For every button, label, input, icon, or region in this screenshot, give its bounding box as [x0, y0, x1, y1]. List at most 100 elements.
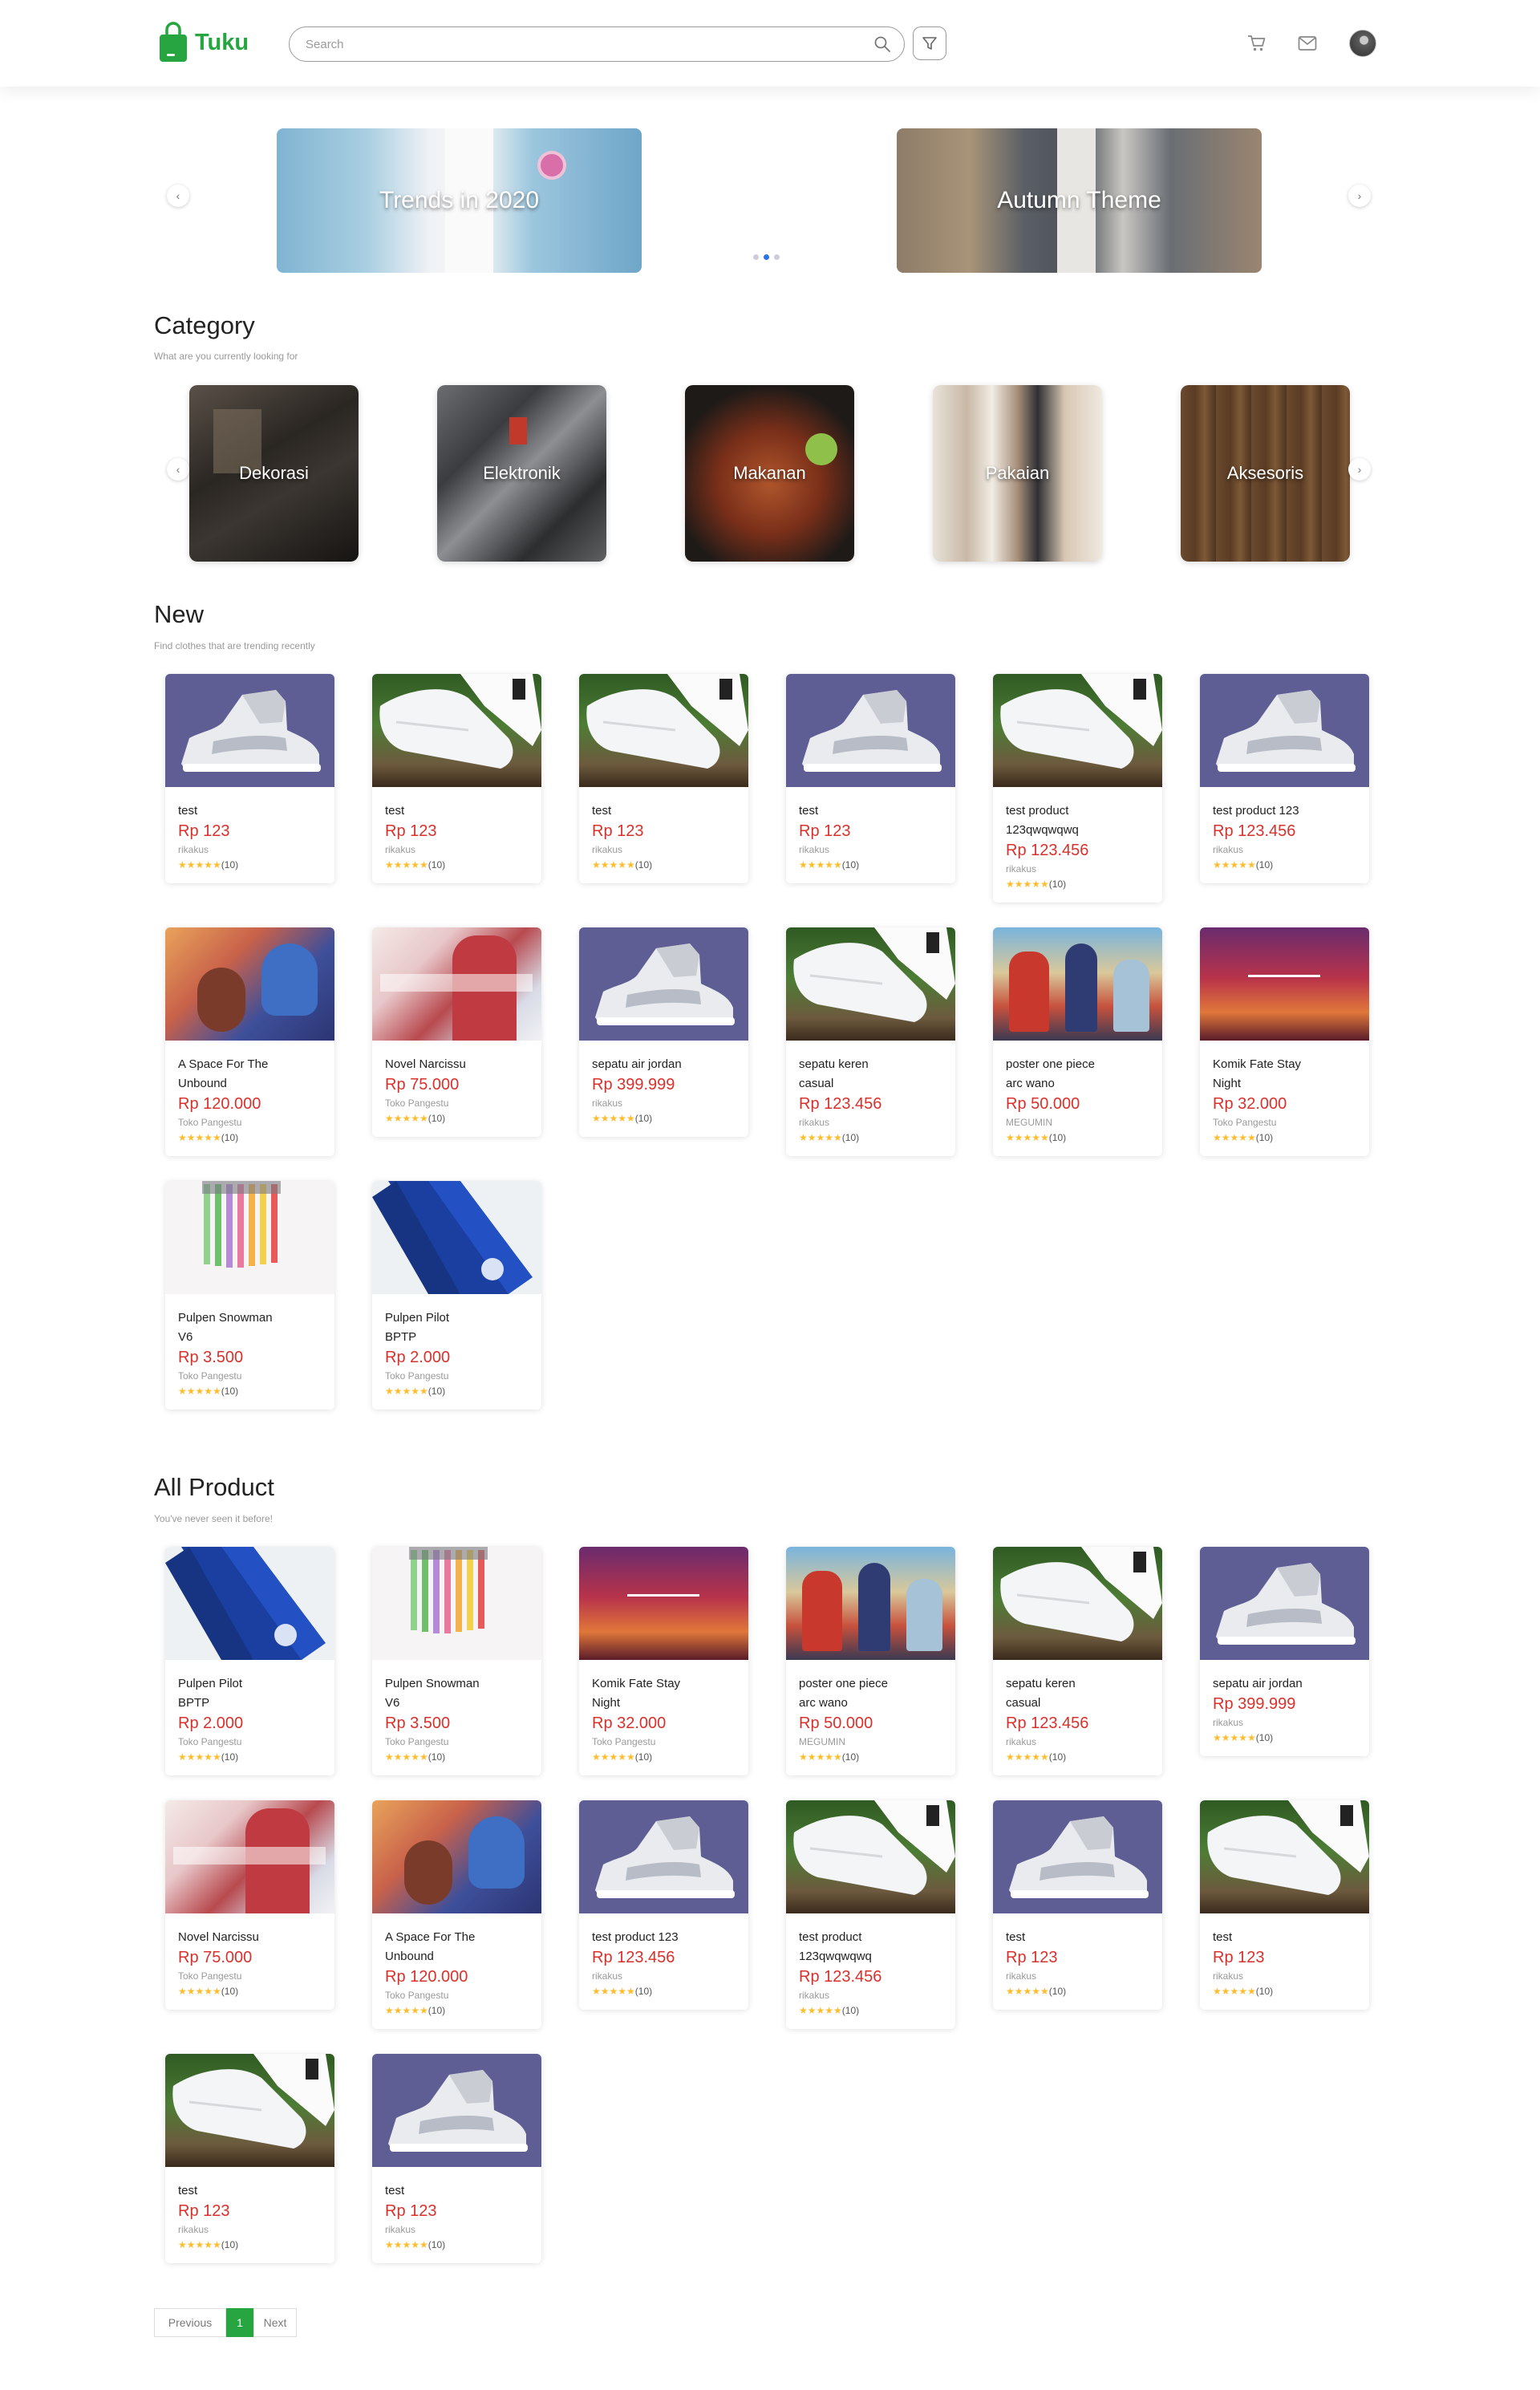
product-card[interactable]: Pulpen Snowman V6 Rp 3.500 Toko Pangestu ★★… — [165, 1181, 334, 1410]
category-pakaian[interactable]: Pakaian — [933, 385, 1102, 562]
product-card[interactable]: Komik Fate Stay Night Rp 32.000 Toko Pange… — [579, 1547, 748, 1775]
product-image[interactable] — [372, 1800, 541, 1913]
banner-prev-button[interactable]: ‹ — [167, 185, 189, 207]
product-card[interactable]: A Space For The Unbound Rp 120.000 Toko Pa… — [165, 927, 334, 1156]
product-name[interactable]: Novel Narcissu — [385, 1055, 529, 1074]
category-elektronik[interactable]: Elektronik — [437, 385, 606, 562]
carousel-dot[interactable] — [753, 254, 759, 260]
search-bar[interactable] — [289, 26, 905, 62]
banner-autumn[interactable]: Autumn Theme — [897, 128, 1262, 273]
product-name[interactable]: sepatu air jordan — [592, 1055, 688, 1074]
product-image[interactable] — [786, 1547, 955, 1660]
filter-button[interactable] — [913, 26, 946, 60]
product-image[interactable] — [993, 1800, 1162, 1913]
product-card[interactable]: A Space For The Unbound Rp 120.000 Toko Pa… — [372, 1800, 541, 2029]
product-card[interactable]: poster one piece arc wano Rp 50.000 MEGUMI… — [786, 1547, 955, 1775]
banner-trends[interactable]: Trends in 2020 — [277, 128, 642, 273]
next-button[interactable]: Next — [253, 2308, 297, 2337]
product-name[interactable]: test product 123qwqwqwq — [799, 1928, 895, 1966]
category-next-button[interactable]: › — [1348, 458, 1371, 481]
product-card[interactable]: test Rp 123 rikakus ★★★★★(10) — [165, 2054, 334, 2263]
product-name[interactable]: sepatu keren casual — [1006, 1674, 1102, 1713]
product-image[interactable] — [165, 927, 334, 1041]
product-name[interactable]: A Space For The Unbound — [385, 1928, 481, 1966]
product-image[interactable] — [372, 2054, 541, 2167]
product-card[interactable]: test product 123qwqwqwq Rp 123.456 rikakus… — [786, 1800, 955, 2029]
logo[interactable]: Tuku — [158, 22, 249, 63]
product-card[interactable]: Komik Fate Stay Night Rp 32.000 Toko Pange… — [1200, 927, 1369, 1156]
product-image[interactable] — [165, 2054, 334, 2167]
product-card[interactable]: test product 123qwqwqwq Rp 123.456 rikakus… — [993, 674, 1162, 903]
cart-button[interactable] — [1246, 32, 1268, 55]
product-card[interactable]: test Rp 123 rikakus ★★★★★(10) — [165, 674, 334, 883]
product-card[interactable]: test Rp 123 rikakus ★★★★★(10) — [993, 1800, 1162, 2010]
product-name[interactable]: sepatu air jordan — [1213, 1674, 1309, 1694]
product-image[interactable] — [993, 927, 1162, 1041]
page-1-button[interactable]: 1 — [226, 2308, 253, 2337]
product-card[interactable]: Novel Narcissu Rp 75.000 Toko Pangestu ★★★★… — [165, 1800, 334, 2010]
product-card[interactable]: sepatu keren casual Rp 123.456 rikakus ★★★★… — [786, 927, 955, 1156]
product-image[interactable] — [1200, 1547, 1369, 1660]
product-card[interactable]: test Rp 123 rikakus ★★★★★(10) — [1200, 1800, 1369, 2010]
product-image[interactable] — [372, 674, 541, 787]
product-card[interactable]: test product 123 Rp 123.456 rikakus ★★★★★(1… — [579, 1800, 748, 2010]
product-image[interactable] — [1200, 674, 1369, 787]
search-icon[interactable] — [873, 35, 891, 53]
product-card[interactable]: poster one piece arc wano Rp 50.000 MEGUMI… — [993, 927, 1162, 1156]
product-name[interactable]: test — [178, 2181, 322, 2201]
product-image[interactable] — [1200, 927, 1369, 1041]
product-card[interactable]: test Rp 123 rikakus ★★★★★(10) — [372, 2054, 541, 2263]
product-image[interactable] — [579, 674, 748, 787]
product-image[interactable] — [165, 1181, 334, 1294]
product-name[interactable]: test product 123qwqwqwq — [1006, 801, 1102, 840]
carousel-dot[interactable] — [774, 254, 780, 260]
product-image[interactable] — [372, 1547, 541, 1660]
product-image[interactable] — [993, 674, 1162, 787]
product-card[interactable]: sepatu air jordan Rp 399.999 rikakus ★★★★★(… — [1200, 1547, 1369, 1756]
product-name[interactable]: test product 123 — [1213, 801, 1309, 821]
product-name[interactable]: test product 123 — [592, 1928, 688, 1947]
product-image[interactable] — [372, 927, 541, 1041]
product-name[interactable]: Komik Fate Stay Night — [1213, 1055, 1309, 1094]
product-name[interactable]: test — [1006, 1928, 1149, 1947]
product-name[interactable]: poster one piece arc wano — [1006, 1055, 1102, 1094]
banner-next-button[interactable]: › — [1348, 185, 1371, 207]
search-input[interactable] — [306, 35, 851, 53]
avatar[interactable] — [1349, 30, 1376, 57]
product-name[interactable]: Komik Fate Stay Night — [592, 1674, 688, 1713]
product-name[interactable]: Pulpen Pilot BPTP — [178, 1674, 274, 1713]
category-makanan[interactable]: Makanan — [685, 385, 854, 562]
product-card[interactable]: Pulpen Pilot BPTP Rp 2.000 Toko Pangestu ★★… — [165, 1547, 334, 1775]
product-image[interactable] — [993, 1547, 1162, 1660]
product-card[interactable]: sepatu air jordan Rp 399.999 rikakus ★★★★★(… — [579, 927, 748, 1137]
product-card[interactable]: Novel Narcissu Rp 75.000 Toko Pangestu ★★★★… — [372, 927, 541, 1137]
category-prev-button[interactable]: ‹ — [167, 458, 189, 481]
product-name[interactable]: test — [799, 801, 942, 821]
product-image[interactable] — [372, 1181, 541, 1294]
product-name[interactable]: test — [385, 2181, 529, 2201]
product-name[interactable]: test — [178, 801, 322, 821]
previous-button[interactable]: Previous — [154, 2308, 226, 2337]
category-aksesoris[interactable]: Aksesoris — [1181, 385, 1350, 562]
product-name[interactable]: Pulpen Snowman V6 — [385, 1674, 481, 1713]
product-card[interactable]: Pulpen Snowman V6 Rp 3.500 Toko Pangestu ★★… — [372, 1547, 541, 1775]
product-image[interactable] — [786, 1800, 955, 1913]
product-name[interactable]: test — [385, 801, 529, 821]
product-card[interactable]: test product 123 Rp 123.456 rikakus ★★★★★(1… — [1200, 674, 1369, 883]
product-name[interactable]: poster one piece arc wano — [799, 1674, 895, 1713]
category-dekorasi[interactable]: Dekorasi — [189, 385, 359, 562]
product-image[interactable] — [786, 674, 955, 787]
product-name[interactable]: Novel Narcissu — [178, 1928, 322, 1947]
product-name[interactable]: test — [592, 801, 736, 821]
product-card[interactable]: test Rp 123 rikakus ★★★★★(10) — [579, 674, 748, 883]
product-image[interactable] — [165, 1547, 334, 1660]
product-name[interactable]: Pulpen Snowman V6 — [178, 1309, 274, 1347]
product-name[interactable]: Pulpen Pilot BPTP — [385, 1309, 481, 1347]
product-image[interactable] — [165, 674, 334, 787]
carousel-dot-active[interactable] — [764, 254, 769, 260]
product-card[interactable]: test Rp 123 rikakus ★★★★★(10) — [372, 674, 541, 883]
product-name[interactable]: sepatu keren casual — [799, 1055, 895, 1094]
product-image[interactable] — [579, 927, 748, 1041]
product-image[interactable] — [786, 927, 955, 1041]
product-card[interactable]: sepatu keren casual Rp 123.456 rikakus ★★★★… — [993, 1547, 1162, 1775]
